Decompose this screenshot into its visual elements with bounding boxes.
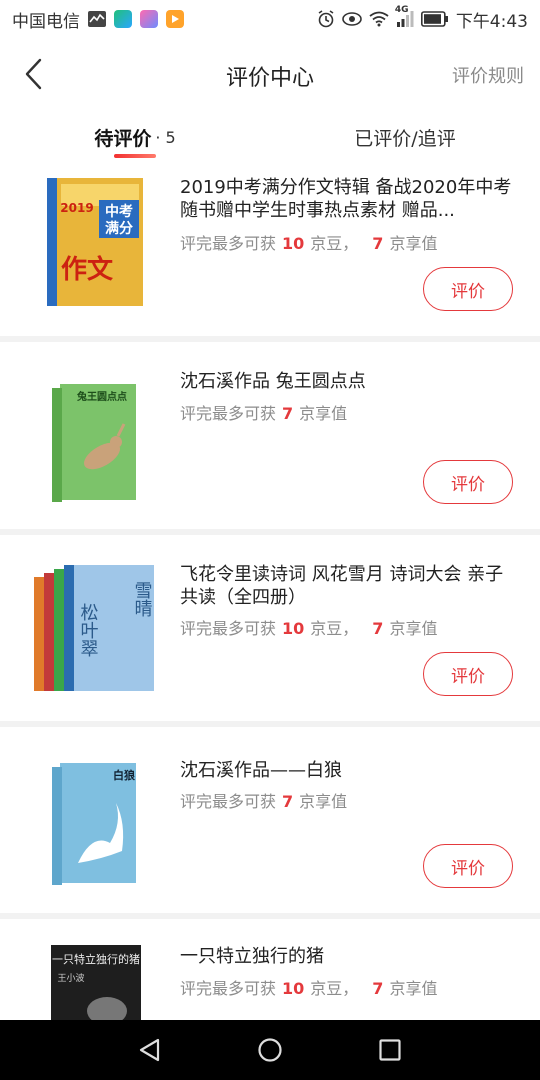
reward-prefix: 评完最多可获 (180, 234, 277, 253)
product-title[interactable]: 飞花令里读诗词 风花雪月 诗词大会 亲子共读（全四册） (180, 563, 516, 609)
value-count: 7 (282, 404, 294, 423)
cover-text: 中考 (105, 203, 133, 220)
cover-text: 一只特立独行的猪 (52, 952, 140, 966)
value-count: 7 (372, 619, 384, 638)
review-list: 中考 满分 2019 作文 2019中考满分作文特辑 备战2020年中考 随书赠… (0, 164, 540, 1020)
rules-link[interactable]: 评价规则 (452, 62, 524, 88)
cover-text: 松叶翠 (78, 603, 99, 657)
list-item: 松叶翠 雪晴 飞花令里读诗词 风花雪月 诗词大会 亲子共读（全四册） 评完最多可… (0, 535, 540, 727)
value-label: 京享值 (299, 792, 348, 811)
tab-count: · 5 (155, 127, 176, 147)
chevron-left-icon (25, 58, 42, 90)
reward-text: 评完最多可获 10 京豆， 7 京享值 (180, 975, 437, 999)
value-count: 7 (372, 234, 384, 253)
clock-label: 下午4:43 (455, 11, 528, 32)
status-bar: 中国电信 4G 下午4:43 (0, 0, 540, 38)
bean-label: 京豆， (310, 979, 359, 998)
value-label: 京享值 (389, 234, 438, 253)
list-item: 中考 满分 2019 作文 2019中考满分作文特辑 备战2020年中考 随书赠… (0, 164, 540, 342)
rate-button[interactable]: 评价 (423, 652, 513, 696)
cover-text: 白狼 (113, 768, 135, 782)
tab-pending-review[interactable]: 待评价 · 5 (0, 110, 270, 164)
product-image[interactable]: 白狼 (34, 763, 156, 885)
nav-bar: 评价中心 评价规则 (0, 38, 540, 110)
product-image[interactable]: 一只特立独行的猪 王小波 (34, 945, 156, 1020)
photo-app-icon (140, 10, 158, 28)
carrier-label: 中国电信 (12, 11, 80, 32)
cover-text: 王小波 (57, 972, 84, 984)
video-app-icon (114, 10, 132, 28)
reward-prefix: 评完最多可获 (180, 619, 277, 638)
value-label: 京享值 (299, 404, 348, 423)
list-item: 白狼 沈石溪作品——白狼 评完最多可获 7 京享值 评价 (0, 727, 540, 919)
tab-label: 已评价/追评 (354, 127, 456, 150)
reward-text: 评完最多可获 10 京豆， 7 京享值 (180, 230, 437, 254)
system-navigation-bar (0, 1020, 540, 1080)
reward-text: 评完最多可获 7 京享值 (180, 400, 347, 424)
product-title[interactable]: 一只特立独行的猪 (180, 945, 516, 968)
tab-reviewed[interactable]: 已评价/追评 (270, 110, 540, 164)
product-title[interactable]: 2019中考满分作文特辑 备战2020年中考 随书赠中学生时事热点素材 赠品..… (180, 176, 516, 222)
bean-count: 10 (282, 619, 305, 638)
rate-button[interactable]: 评价 (423, 460, 513, 504)
bean-label: 京豆， (310, 234, 359, 253)
product-image[interactable]: 兔王圆点点 (34, 384, 156, 504)
value-label: 京享值 (389, 619, 438, 638)
tab-label: 待评价 (94, 127, 152, 150)
rate-button[interactable]: 评价 (423, 844, 513, 888)
rate-button[interactable]: 评价 (423, 267, 513, 311)
product-image[interactable]: 松叶翠 雪晴 (34, 563, 156, 695)
reward-prefix: 评完最多可获 (180, 979, 277, 998)
cover-text: 作文 (61, 254, 114, 285)
activity-icon (88, 11, 106, 27)
signal-icon: 4G (395, 5, 414, 27)
cover-text: 2019 (60, 201, 93, 215)
reward-prefix: 评完最多可获 (180, 792, 277, 811)
value-count: 7 (372, 979, 384, 998)
active-tab-indicator (114, 154, 156, 158)
battery-icon (420, 11, 449, 27)
bean-count: 10 (282, 234, 305, 253)
wifi-icon (369, 11, 389, 27)
reward-text: 评完最多可获 7 京享值 (180, 788, 347, 812)
product-image[interactable]: 中考 满分 2019 作文 (34, 178, 156, 306)
list-item: 一只特立独行的猪 王小波 一只特立独行的猪 评完最多可获 10 京豆， 7 京享值 (0, 919, 540, 1020)
cover-text: 雪晴 (132, 581, 153, 617)
recents-square-icon[interactable] (370, 1030, 410, 1070)
reward-prefix: 评完最多可获 (180, 404, 277, 423)
bean-count: 10 (282, 979, 305, 998)
list-item: 兔王圆点点 沈石溪作品 兔王圆点点 评完最多可获 7 京享值 评价 (0, 342, 540, 535)
back-triangle-icon[interactable] (130, 1030, 170, 1070)
home-circle-icon[interactable] (250, 1030, 290, 1070)
bean-label: 京豆， (310, 619, 359, 638)
cover-text: 兔王圆点点 (76, 390, 127, 403)
product-title[interactable]: 沈石溪作品——白狼 (180, 759, 516, 782)
tab-bar: 待评价 · 5 已评价/追评 (0, 110, 540, 164)
network-type-label: 4G (394, 5, 409, 15)
back-button[interactable] (14, 54, 54, 94)
cover-text: 满分 (105, 220, 133, 237)
product-title[interactable]: 沈石溪作品 兔王圆点点 (180, 370, 516, 393)
eye-icon (342, 12, 362, 26)
play-app-icon (166, 10, 184, 28)
value-count: 7 (282, 792, 294, 811)
reward-text: 评完最多可获 10 京豆， 7 京享值 (180, 615, 437, 639)
value-label: 京享值 (389, 979, 438, 998)
alarm-icon (317, 10, 335, 28)
